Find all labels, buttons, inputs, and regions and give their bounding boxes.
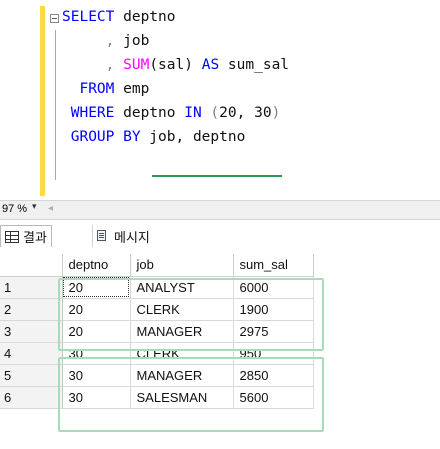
collapse-toggle-icon[interactable]: [50, 14, 59, 23]
result-tabs: 결과 메시지: [0, 221, 440, 251]
row-number[interactable]: 6: [0, 386, 63, 409]
outline-guide: [55, 30, 56, 180]
code-line-groupby: GROUP BY job, deptno: [70, 129, 246, 145]
group-highlight-deptno-20: [58, 278, 324, 351]
row-number[interactable]: 4: [0, 342, 63, 365]
tab-messages-label: 메시지: [114, 230, 150, 246]
sql-editor[interactable]: SELECT deptno , job , SUM(sal) AS sum_sa…: [0, 0, 440, 200]
highlight-underline: [152, 175, 282, 177]
column-header-deptno[interactable]: deptno: [62, 254, 131, 277]
code-line-job: , job: [105, 33, 150, 49]
row-number[interactable]: 5: [0, 364, 63, 387]
grid-icon: [5, 230, 19, 243]
code-line-select: SELECT deptno: [62, 9, 176, 25]
row-number[interactable]: 3: [0, 320, 63, 343]
code-line-where: WHERE deptno IN (20, 30): [70, 105, 281, 121]
tab-messages[interactable]: 메시지: [92, 225, 154, 247]
zoom-bar: 97 % ▾ ◂: [0, 200, 440, 220]
scroll-left-icon[interactable]: ◂: [48, 203, 53, 214]
zoom-dropdown-icon[interactable]: ▾: [32, 202, 37, 212]
row-number[interactable]: 1: [0, 276, 63, 299]
column-header-sum-sal[interactable]: sum_sal: [233, 254, 314, 277]
tab-results[interactable]: 결과: [0, 225, 52, 247]
header-row: deptno job sum_sal: [0, 254, 314, 277]
message-icon: [97, 230, 110, 242]
row-number[interactable]: 2: [0, 298, 63, 321]
code-line-sum: , SUM(sal) AS sum_sal: [105, 57, 290, 73]
row-number-header[interactable]: [0, 254, 63, 277]
column-header-job[interactable]: job: [130, 254, 234, 277]
group-highlight-deptno-30: [58, 357, 324, 432]
change-marker-bar: [40, 6, 45, 196]
tab-results-label: 결과: [23, 231, 47, 246]
zoom-level[interactable]: 97 %: [2, 203, 27, 215]
code-line-from: FROM emp: [79, 81, 150, 97]
